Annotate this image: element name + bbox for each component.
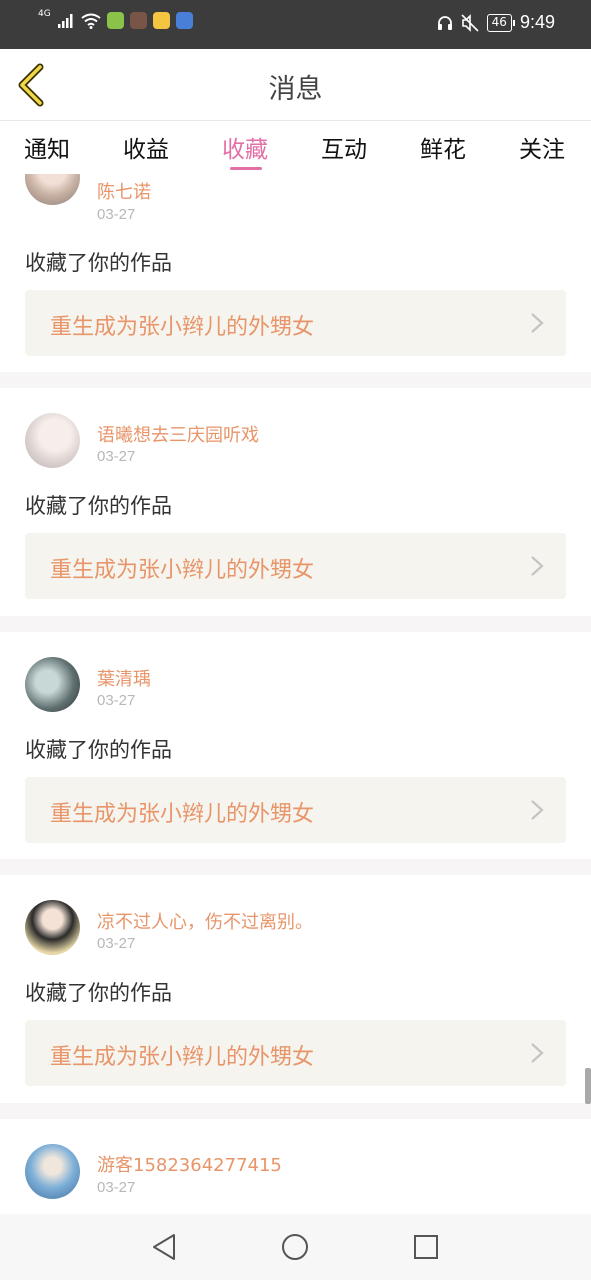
tab-bar: 通知 收益 收藏 互动 鲜花 关注 (0, 122, 591, 174)
chevron-right-icon (531, 800, 544, 820)
tab-flowers[interactable]: 鲜花 (420, 130, 466, 164)
tab-favorites[interactable]: 收藏 (222, 130, 268, 164)
action-text: 收藏了你的作品 (25, 738, 172, 762)
avatar[interactable] (25, 900, 80, 955)
work-title: 重生成为张小辫儿的外甥女 (50, 1045, 315, 1070)
wifi-icon (81, 13, 101, 29)
action-text: 收藏了你的作品 (25, 981, 172, 1005)
list-item: 葉清瑀 03-27 收藏了你的作品 重生成为张小辫儿的外甥女 (0, 632, 591, 859)
username[interactable]: 陈七诺 (97, 178, 151, 204)
clock: 9:49 (519, 12, 555, 32)
work-link[interactable]: 重生成为张小辫儿的外甥女 (25, 1020, 566, 1086)
username[interactable]: 游客1582364277415 (97, 1151, 282, 1177)
message-date: 03-27 (97, 1179, 136, 1196)
app-header: 消息 (0, 49, 591, 121)
app-notification-icon (175, 12, 193, 29)
list-item: 语曦想去三庆园听戏 03-27 收藏了你的作品 重生成为张小辫儿的外甥女 (0, 388, 591, 616)
signal-icon (57, 13, 73, 28)
avatar[interactable] (25, 174, 80, 205)
list-item: 陈七诺 03-27 收藏了你的作品 重生成为张小辫儿的外甥女 (0, 174, 591, 370)
divider (0, 372, 591, 388)
divider (0, 1103, 591, 1119)
tab-interactions[interactable]: 互动 (321, 130, 367, 164)
action-text: 收藏了你的作品 (25, 251, 172, 275)
message-date: 03-27 (97, 935, 136, 952)
username[interactable]: 语曦想去三庆园听戏 (97, 421, 259, 447)
username[interactable]: 葉清瑀 (97, 665, 151, 691)
recents-square-icon[interactable] (411, 1232, 441, 1262)
active-tab-indicator (230, 167, 262, 170)
message-date: 03-27 (97, 448, 136, 465)
home-circle-icon[interactable] (280, 1232, 310, 1262)
system-nav-bar (0, 1214, 591, 1280)
username[interactable]: 凉不过人心，伤不过离别。 (97, 908, 313, 934)
status-bar: 4G 46 9:49 (0, 0, 591, 49)
message-date: 03-27 (97, 206, 136, 223)
list-item: 凉不过人心，伤不过离别。 03-27 收藏了你的作品 重生成为张小辫儿的外甥女 (0, 875, 591, 1103)
work-title: 重生成为张小辫儿的外甥女 (50, 558, 315, 583)
avatar[interactable] (25, 657, 80, 712)
tab-earnings[interactable]: 收益 (123, 130, 169, 164)
headset-icon (437, 15, 452, 30)
status-right: 46 9:49 (437, 12, 555, 33)
battery-icon: 46 (486, 13, 516, 32)
app-notification-icon (129, 12, 147, 29)
network-type: 4G (38, 9, 51, 19)
avatar[interactable] (25, 1144, 80, 1199)
mute-icon (461, 13, 479, 32)
work-title: 重生成为张小辫儿的外甥女 (50, 315, 315, 340)
list-item: 游客1582364277415 03-27 (0, 1119, 591, 1214)
page-title: 消息 (268, 74, 323, 105)
app-notification-icon (152, 12, 170, 29)
scrollbar[interactable] (585, 1068, 591, 1104)
chevron-right-icon (531, 556, 544, 576)
chevron-right-icon (531, 313, 544, 333)
work-title: 重生成为张小辫儿的外甥女 (50, 802, 315, 827)
message-list[interactable]: 陈七诺 03-27 收藏了你的作品 重生成为张小辫儿的外甥女 语曦想去三庆园听戏… (0, 174, 591, 1214)
divider (0, 859, 591, 875)
app-notification-icon (106, 12, 124, 29)
work-link[interactable]: 重生成为张小辫儿的外甥女 (25, 533, 566, 599)
back-triangle-icon[interactable] (150, 1232, 180, 1262)
chevron-right-icon (531, 1043, 544, 1063)
divider (0, 616, 591, 632)
tab-following[interactable]: 关注 (519, 130, 565, 164)
avatar[interactable] (25, 413, 80, 468)
action-text: 收藏了你的作品 (25, 494, 172, 518)
work-link[interactable]: 重生成为张小辫儿的外甥女 (25, 777, 566, 843)
status-left: 4G (38, 9, 193, 29)
work-link[interactable]: 重生成为张小辫儿的外甥女 (25, 290, 566, 356)
tab-notifications[interactable]: 通知 (24, 130, 70, 164)
message-date: 03-27 (97, 692, 136, 709)
